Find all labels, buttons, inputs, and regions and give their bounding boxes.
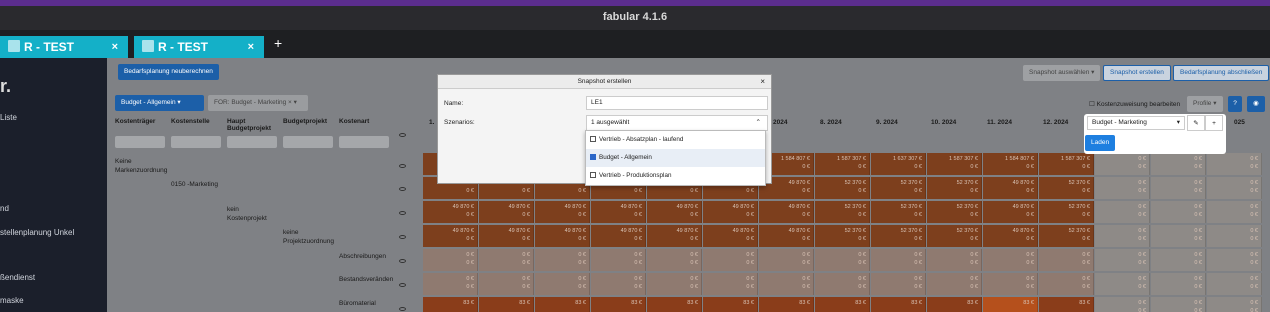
scenario-option[interactable]: Budget - Allgemein bbox=[586, 149, 765, 167]
checkbox-icon[interactable] bbox=[590, 136, 596, 142]
document-icon bbox=[142, 40, 154, 52]
document-icon bbox=[8, 40, 20, 52]
modal-title: Snapshot erstellen bbox=[438, 75, 771, 89]
sidebar-item-liste[interactable]: Liste bbox=[0, 113, 17, 122]
snapshot-select[interactable]: Budget - Marketing ▾ bbox=[1087, 116, 1185, 130]
load-button[interactable]: Laden bbox=[1085, 135, 1116, 151]
close-icon[interactable]: × bbox=[760, 77, 765, 86]
scenarios-dropdown: Vertrieb - Absatzplan - laufend Budget -… bbox=[585, 130, 766, 186]
sidebar-item-stellenplanung[interactable]: stellenplanung Unkel bbox=[0, 228, 74, 237]
edit-icon[interactable]: ✎ bbox=[1187, 115, 1205, 131]
scenarios-label: Szenarios: bbox=[444, 119, 475, 126]
scenarios-select[interactable]: 1 ausgewählt ⌃ bbox=[586, 115, 768, 131]
close-icon[interactable]: × bbox=[112, 36, 118, 58]
tab-r-test-2[interactable]: R - TEST × bbox=[134, 36, 264, 58]
add-icon[interactable]: + bbox=[1205, 115, 1223, 131]
sidebar-item-aussendienst[interactable]: ßendienst bbox=[0, 273, 35, 282]
chevron-up-icon: ⌃ bbox=[755, 119, 761, 126]
scenario-option-label: Vertrieb - Produktionsplan bbox=[599, 172, 672, 179]
scenario-option[interactable]: Vertrieb - Absatzplan - laufend bbox=[586, 131, 765, 149]
scenarios-select-value: 1 ausgewählt bbox=[591, 119, 630, 126]
tab-bar: R - TEST × R - TEST × bbox=[0, 30, 1270, 58]
sidebar-item-maske[interactable]: maske bbox=[0, 296, 24, 305]
close-icon[interactable]: × bbox=[248, 36, 254, 58]
tab-label: R - TEST bbox=[158, 40, 208, 54]
sidebar: r. Liste nd stellenplanung Unkel ßendien… bbox=[0, 58, 107, 312]
name-label: Name: bbox=[444, 100, 464, 107]
chevron-down-icon: ▾ bbox=[1176, 119, 1180, 126]
checkbox-icon[interactable] bbox=[590, 172, 596, 178]
new-tab-button[interactable]: + bbox=[274, 35, 282, 51]
window-title: fabular 4.1.6 bbox=[0, 0, 1270, 30]
tab-label: R - TEST bbox=[24, 40, 74, 54]
tab-r-test-1[interactable]: R - TEST × bbox=[0, 36, 128, 58]
sidebar-item-nd[interactable]: nd bbox=[0, 204, 9, 213]
snapshot-select-value: Budget - Marketing bbox=[1092, 119, 1147, 126]
scenario-option-label: Vertrieb - Absatzplan - laufend bbox=[599, 136, 684, 143]
scenario-option[interactable]: Vertrieb - Produktionsplan bbox=[586, 167, 765, 185]
checkbox-checked-icon[interactable] bbox=[590, 154, 596, 160]
scenario-option-label: Budget - Allgemein bbox=[599, 154, 652, 161]
snapshot-load-popover: Budget - Marketing ▾ ✎ + Laden bbox=[1084, 114, 1226, 154]
logo: r. bbox=[0, 76, 12, 96]
name-input[interactable]: LE1 bbox=[586, 96, 768, 110]
